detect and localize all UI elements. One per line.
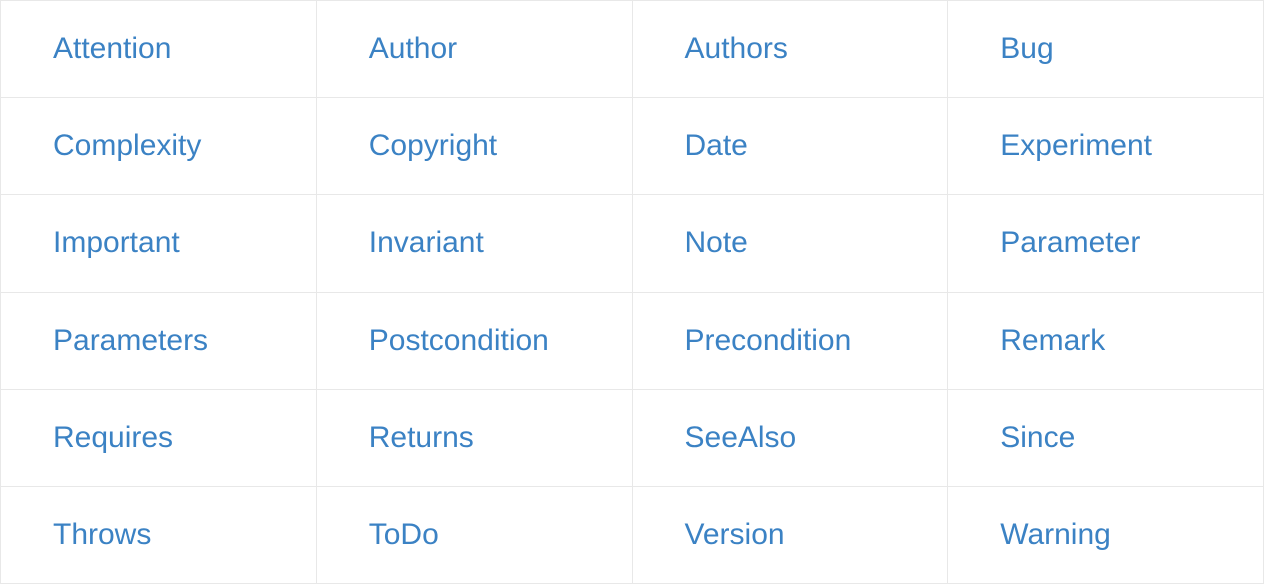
keyword-link-parameter[interactable]: Parameter: [1000, 226, 1140, 260]
table-cell: Important: [1, 195, 317, 291]
table-cell: Warning: [948, 487, 1263, 583]
keyword-link-important[interactable]: Important: [53, 226, 180, 260]
table-cell: Copyright: [317, 98, 633, 194]
keyword-link-todo[interactable]: ToDo: [369, 518, 439, 552]
keyword-link-requires[interactable]: Requires: [53, 421, 173, 455]
table-row: Attention Author Authors Bug: [1, 1, 1263, 98]
table-cell: ToDo: [317, 487, 633, 583]
keyword-link-attention[interactable]: Attention: [53, 32, 171, 66]
keyword-link-returns[interactable]: Returns: [369, 421, 474, 455]
documentation-keywords-table: Attention Author Authors Bug Complexity …: [0, 0, 1264, 584]
keyword-link-note[interactable]: Note: [685, 226, 748, 260]
keyword-link-postcondition[interactable]: Postcondition: [369, 324, 549, 358]
keyword-link-complexity[interactable]: Complexity: [53, 129, 201, 163]
table-cell: Throws: [1, 487, 317, 583]
table-cell: Bug: [948, 1, 1263, 97]
table-row: Important Invariant Note Parameter: [1, 195, 1263, 292]
table-cell: Parameter: [948, 195, 1263, 291]
keyword-link-throws[interactable]: Throws: [53, 518, 151, 552]
table-cell: Invariant: [317, 195, 633, 291]
table-cell: Attention: [1, 1, 317, 97]
keyword-link-date[interactable]: Date: [685, 129, 748, 163]
keyword-link-bug[interactable]: Bug: [1000, 32, 1053, 66]
keyword-link-author[interactable]: Author: [369, 32, 457, 66]
table-cell: Precondition: [633, 293, 949, 389]
keyword-link-seealso[interactable]: SeeAlso: [685, 421, 797, 455]
keyword-link-authors[interactable]: Authors: [685, 32, 788, 66]
table-cell: Author: [317, 1, 633, 97]
table-row: Throws ToDo Version Warning: [1, 487, 1263, 583]
keyword-link-remark[interactable]: Remark: [1000, 324, 1105, 358]
keyword-link-version[interactable]: Version: [685, 518, 785, 552]
table-row: Parameters Postcondition Precondition Re…: [1, 293, 1263, 390]
table-cell: Parameters: [1, 293, 317, 389]
table-cell: Date: [633, 98, 949, 194]
table-cell: Postcondition: [317, 293, 633, 389]
table-cell: Requires: [1, 390, 317, 486]
table-cell: Version: [633, 487, 949, 583]
table-cell: Returns: [317, 390, 633, 486]
keyword-link-copyright[interactable]: Copyright: [369, 129, 497, 163]
keyword-link-since[interactable]: Since: [1000, 421, 1075, 455]
keyword-link-parameters[interactable]: Parameters: [53, 324, 208, 358]
table-cell: Note: [633, 195, 949, 291]
table-cell: Remark: [948, 293, 1263, 389]
keyword-link-warning[interactable]: Warning: [1000, 518, 1111, 552]
keyword-link-experiment[interactable]: Experiment: [1000, 129, 1152, 163]
table-cell: Complexity: [1, 98, 317, 194]
table-cell: Experiment: [948, 98, 1263, 194]
keyword-link-invariant[interactable]: Invariant: [369, 226, 484, 260]
table-cell: SeeAlso: [633, 390, 949, 486]
table-row: Complexity Copyright Date Experiment: [1, 98, 1263, 195]
table-cell: Authors: [633, 1, 949, 97]
table-cell: Since: [948, 390, 1263, 486]
table-row: Requires Returns SeeAlso Since: [1, 390, 1263, 487]
keyword-link-precondition[interactable]: Precondition: [685, 324, 852, 358]
